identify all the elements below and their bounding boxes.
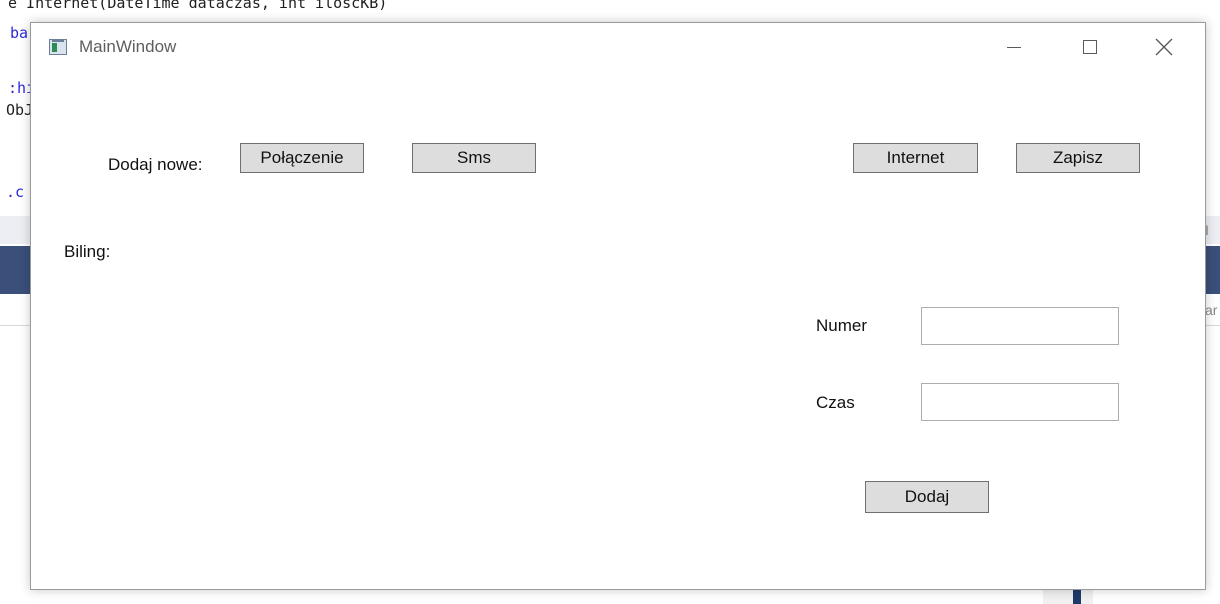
billing-label: Biling: bbox=[64, 242, 111, 261]
minimize-button[interactable] bbox=[991, 31, 1037, 63]
connection-button[interactable]: Połączenie bbox=[240, 143, 364, 173]
maximize-button[interactable] bbox=[1067, 31, 1113, 63]
app-window-icon bbox=[49, 39, 67, 55]
internet-button[interactable]: Internet bbox=[853, 143, 978, 173]
background-text: ar bbox=[1205, 302, 1218, 318]
number-input[interactable] bbox=[921, 307, 1119, 345]
window-title: MainWindow bbox=[79, 37, 177, 56]
save-button[interactable]: Zapisz bbox=[1016, 143, 1140, 173]
close-icon bbox=[1155, 38, 1173, 56]
time-label: Czas bbox=[816, 393, 855, 412]
add-button[interactable]: Dodaj bbox=[865, 481, 989, 513]
time-input[interactable] bbox=[921, 383, 1119, 421]
close-button[interactable] bbox=[1141, 31, 1187, 63]
maximize-icon bbox=[1083, 40, 1097, 54]
add-new-label: Dodaj nowe: bbox=[108, 155, 203, 174]
minimize-icon bbox=[1007, 46, 1021, 48]
code-line: ba bbox=[10, 24, 29, 42]
code-line: .c bbox=[6, 183, 25, 201]
title-bar[interactable]: MainWindow bbox=[31, 23, 1205, 71]
code-line: e Internet(DateTime dataczas, int iloscK… bbox=[8, 0, 388, 12]
sms-button[interactable]: Sms bbox=[412, 143, 536, 173]
main-window: MainWindow Dodaj nowe: Połączenie Sms In… bbox=[30, 22, 1206, 590]
number-label: Numer bbox=[816, 316, 868, 335]
